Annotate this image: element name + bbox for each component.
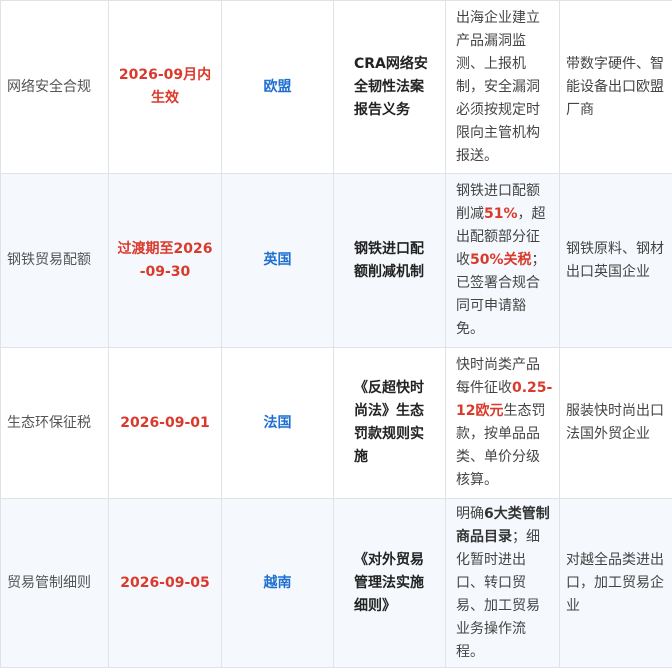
category-cell: 钢铁贸易配额	[1, 174, 109, 348]
effective-date-cell: 过渡期至2026-09-30	[109, 174, 222, 348]
category-cell: 贸易管制细则	[1, 499, 109, 668]
description-cell: 出海企业建立产品漏洞监测、上报机制，安全漏洞必须按规定时限向主管机构报送。	[446, 1, 560, 174]
region-cell: 法国	[222, 348, 334, 499]
affected-cell: 带数字硬件、智能设备出口欧盟厂商	[560, 1, 672, 174]
affected-cell: 对越全品类进出口，加工贸易企业	[560, 499, 672, 668]
affected-cell: 服装快时尚出口法国外贸企业	[560, 348, 672, 499]
description-text: ；细化暂时进出口、转口贸易、加工贸易业务操作流程。	[456, 529, 540, 660]
effective-date-cell: 2026-09-05	[109, 499, 222, 668]
table-row: 生态环保征税 2026-09-01 法国 《反超快时尚法》生态罚款规则实施 快时…	[1, 348, 672, 499]
effective-date-cell: 2026-09月内生效	[109, 1, 222, 174]
description-cell: 钢铁进口配额削减51%，超出配额部分征收50%关税；已签署合规合同可申请豁免。	[446, 174, 560, 348]
table-row: 钢铁贸易配额 过渡期至2026-09-30 英国 钢铁进口配额削减机制 钢铁进口…	[1, 174, 672, 348]
table-row: 贸易管制细则 2026-09-05 越南 《对外贸易管理法实施细则》 明确6大类…	[1, 499, 672, 668]
category-cell: 生态环保征税	[1, 348, 109, 499]
category-cell: 网络安全合规	[1, 1, 109, 174]
description-cell: 快时尚类产品每件征收0.25-12欧元生态罚款，按单品品类、单价分级核算。	[446, 348, 560, 499]
highlight-value: 50%关税	[470, 252, 532, 268]
highlight-value: 51%	[484, 206, 518, 222]
region-cell: 越南	[222, 499, 334, 668]
affected-cell: 钢铁原料、钢材出口英国企业	[560, 174, 672, 348]
effective-date-cell: 2026-09-01	[109, 348, 222, 499]
regulation-cell: 《反超快时尚法》生态罚款规则实施	[334, 348, 446, 499]
regulation-cell: CRA网络安全韧性法案报告义务	[334, 1, 446, 174]
regulation-cell: 《对外贸易管理法实施细则》	[334, 499, 446, 668]
regulation-table: 网络安全合规 2026-09月内生效 欧盟 CRA网络安全韧性法案报告义务 出海…	[0, 0, 672, 668]
description-text: 明确	[456, 506, 484, 522]
region-cell: 英国	[222, 174, 334, 348]
description-cell: 明确6大类管制商品目录；细化暂时进出口、转口贸易、加工贸易业务操作流程。	[446, 499, 560, 668]
description-text: 出海企业建立产品漏洞监测、上报机制，安全漏洞必须按规定时限向主管机构报送。	[456, 10, 540, 164]
regulation-cell: 钢铁进口配额削减机制	[334, 174, 446, 348]
table-row: 网络安全合规 2026-09月内生效 欧盟 CRA网络安全韧性法案报告义务 出海…	[1, 1, 672, 174]
region-cell: 欧盟	[222, 1, 334, 174]
